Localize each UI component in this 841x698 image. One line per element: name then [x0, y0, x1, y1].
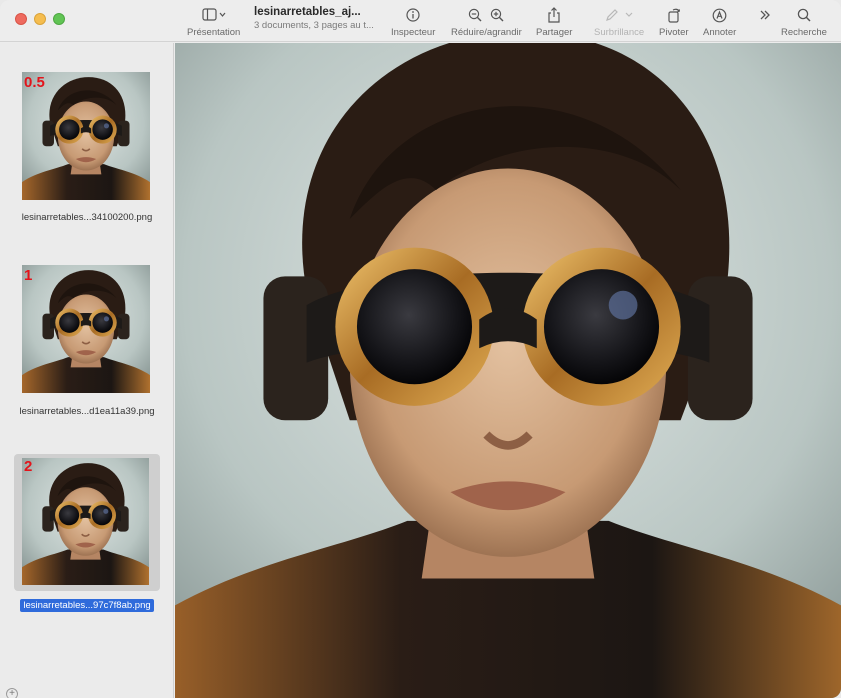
rotate-label: Pivoter — [659, 27, 689, 38]
share-button[interactable]: Partager — [536, 6, 572, 38]
page-number-label: 0.5 — [24, 74, 45, 91]
inspector-button[interactable]: Inspecteur — [391, 6, 435, 38]
thumbnail-filename: lesinarretables...34100200.png — [21, 212, 153, 223]
annotate-label: Annoter — [703, 27, 737, 38]
info-icon — [406, 8, 420, 22]
page-number-label: 1 — [24, 267, 33, 284]
document-title-area[interactable]: lesinarretables_aj... 3 documents, 3 pag… — [254, 6, 380, 31]
document-title: lesinarretables_aj... — [254, 6, 361, 18]
search-icon — [797, 8, 811, 22]
highlight-button[interactable]: Surbrillance — [594, 6, 644, 38]
add-icon[interactable]: + — [6, 688, 18, 698]
chevron-down-icon — [625, 12, 633, 18]
preview-window: Présentation lesinarretables_aj... 3 doc… — [0, 0, 841, 698]
zoom-window-button[interactable] — [53, 13, 65, 25]
markup-icon — [712, 8, 727, 23]
main-image — [175, 43, 841, 698]
thumbnail-sidebar: 0.5 lesinarretables...34100200.png 1 les… — [0, 43, 174, 698]
rotate-icon — [666, 7, 682, 23]
thumbnail-image — [22, 265, 150, 393]
close-window-button[interactable] — [15, 13, 27, 25]
presentation-button[interactable]: Présentation — [187, 6, 240, 38]
thumbnail-item-selected[interactable]: 2 — [14, 454, 160, 591]
pen-icon — [605, 8, 619, 22]
inspector-label: Inspecteur — [391, 27, 436, 38]
annotate-button[interactable]: Annoter — [703, 6, 736, 38]
search-button[interactable]: Recherche — [781, 6, 827, 38]
presentation-label: Présentation — [187, 27, 241, 38]
sidebar-toggle-icon — [202, 8, 226, 22]
highlight-label: Surbrillance — [594, 27, 645, 38]
zoom-in-icon[interactable] — [490, 8, 504, 22]
zoom-control: Réduire/agrandir — [451, 6, 522, 38]
document-subtitle: 3 documents, 3 pages au t... — [254, 20, 374, 31]
thumbnail-filename: lesinarretables...d1ea11a39.png — [19, 406, 155, 417]
thumbnail-image — [22, 72, 150, 200]
zoom-label: Réduire/agrandir — [451, 27, 522, 38]
chevron-double-right-icon — [759, 9, 771, 21]
share-label: Partager — [536, 27, 573, 38]
thumbnail-filename-selected[interactable]: lesinarretables...97c7f8ab.png — [0, 599, 174, 612]
page-number-label: 2 — [24, 458, 33, 475]
thumbnail-image — [22, 458, 149, 585]
thumbnail-item[interactable]: 0.5 — [22, 72, 152, 202]
thumbnail-item[interactable]: 1 — [22, 265, 152, 395]
minimize-window-button[interactable] — [34, 13, 46, 25]
zoom-out-icon[interactable] — [468, 8, 482, 22]
search-label: Recherche — [781, 27, 827, 38]
rotate-button[interactable]: Pivoter — [659, 6, 689, 38]
toolbar: Présentation lesinarretables_aj... 3 doc… — [0, 0, 841, 42]
more-tools-button[interactable] — [759, 6, 771, 24]
share-icon — [547, 7, 561, 23]
image-viewer[interactable] — [175, 43, 841, 698]
